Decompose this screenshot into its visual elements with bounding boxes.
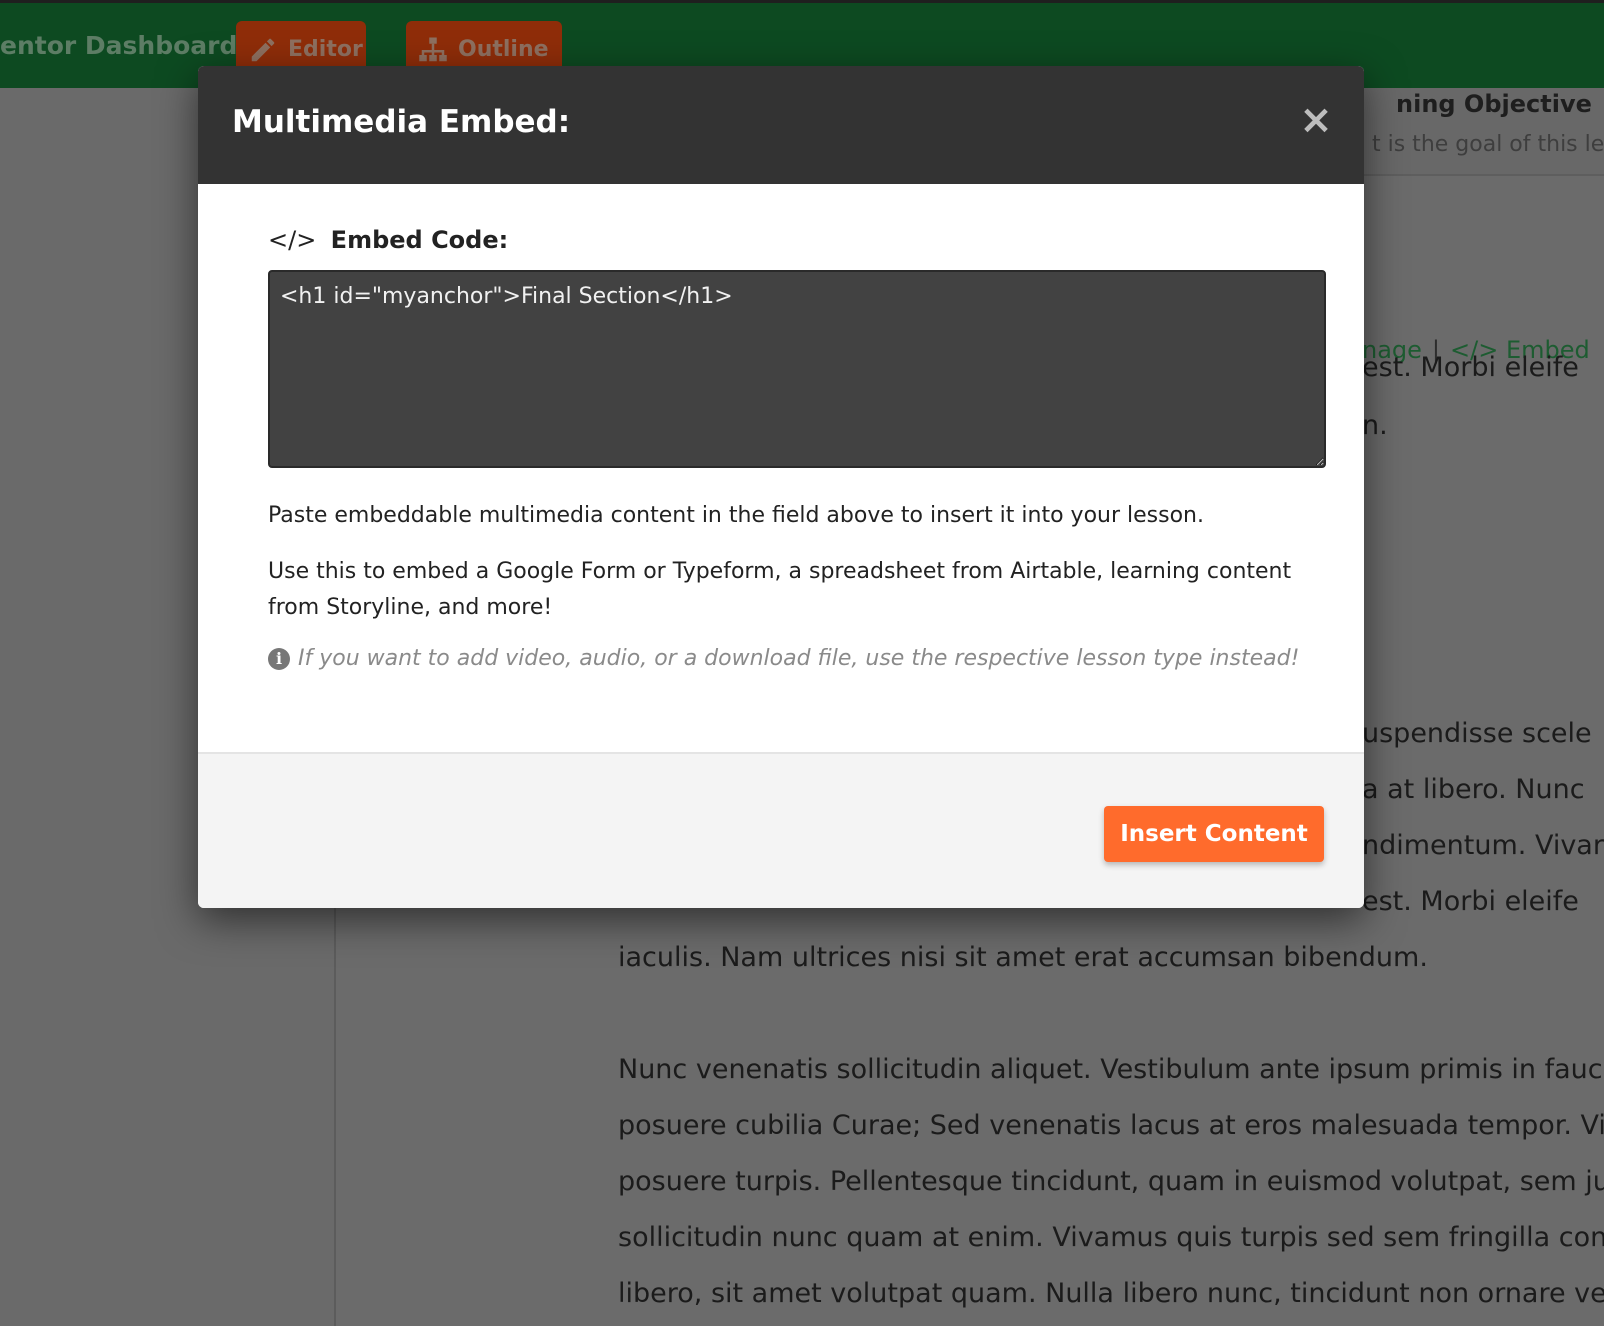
modal-header: Multimedia Embed: × xyxy=(198,66,1364,184)
learning-objective-input[interactable]: t is the goal of this le xyxy=(1372,132,1604,157)
background-text-line: a at libero. Nunc xyxy=(1362,774,1585,805)
background-paragraph-line: sollicitudin nunc quam at enim. Vivamus … xyxy=(618,1222,1604,1253)
background-paragraph-line: iaculis. Nam ultrices nisi sit amet erat… xyxy=(618,942,1428,973)
background-paragraph-line: posuere turpis. Pellentesque tincidunt, … xyxy=(618,1166,1604,1197)
embed-code-label-text: Embed Code: xyxy=(330,226,509,254)
help-text-examples: Use this to embed a Google Form or Typef… xyxy=(268,559,1292,620)
hint-note: i If you want to add video, audio, or a … xyxy=(268,646,1328,671)
sitemap-icon xyxy=(419,37,447,62)
background-text-line: est. Morbi eleife xyxy=(1362,352,1579,383)
background-text-line: est. Morbi eleife xyxy=(1362,886,1579,917)
close-icon[interactable]: × xyxy=(1296,100,1336,140)
dashboard-title[interactable]: entor Dashboard xyxy=(0,31,237,60)
background-paragraph-line: Nunc venenatis sollicitudin aliquet. Ves… xyxy=(618,1054,1604,1085)
insert-content-button[interactable]: Insert Content xyxy=(1104,806,1324,862)
pencil-icon xyxy=(251,38,275,62)
info-icon: i xyxy=(268,647,290,670)
modal-title: Multimedia Embed: xyxy=(232,104,571,140)
learning-objective-panel: ning Objective t is the goal of this le xyxy=(1362,88,1604,176)
help-text-paste: Paste embeddable multimedia content in t… xyxy=(268,503,1204,528)
outline-label: Outline xyxy=(458,37,549,62)
embed-code-label: </> Embed Code: xyxy=(268,226,508,254)
embed-code-input[interactable]: <h1 id="myanchor">Final Section</h1> xyxy=(268,270,1326,468)
learning-objective-title: ning Objective xyxy=(1396,90,1592,118)
background-text-line: uspendisse scele xyxy=(1362,718,1592,749)
modal-footer: Insert Content xyxy=(198,752,1364,908)
background-paragraph-line: posuere cubilia Curae; Sed venenatis lac… xyxy=(618,1110,1604,1141)
hint-text: If you want to add video, audio, or a do… xyxy=(298,646,1300,671)
background-paragraph-line: libero, sit amet volutpat quam. Nulla li… xyxy=(618,1278,1604,1309)
multimedia-embed-modal: Multimedia Embed: × </> Embed Code: <h1 … xyxy=(198,66,1364,908)
code-icon: </> xyxy=(268,226,317,254)
background-text-line: n. xyxy=(1362,410,1388,441)
background-text-line: ndimentum. Vivar xyxy=(1362,830,1604,861)
editor-label: Editor xyxy=(288,37,363,62)
